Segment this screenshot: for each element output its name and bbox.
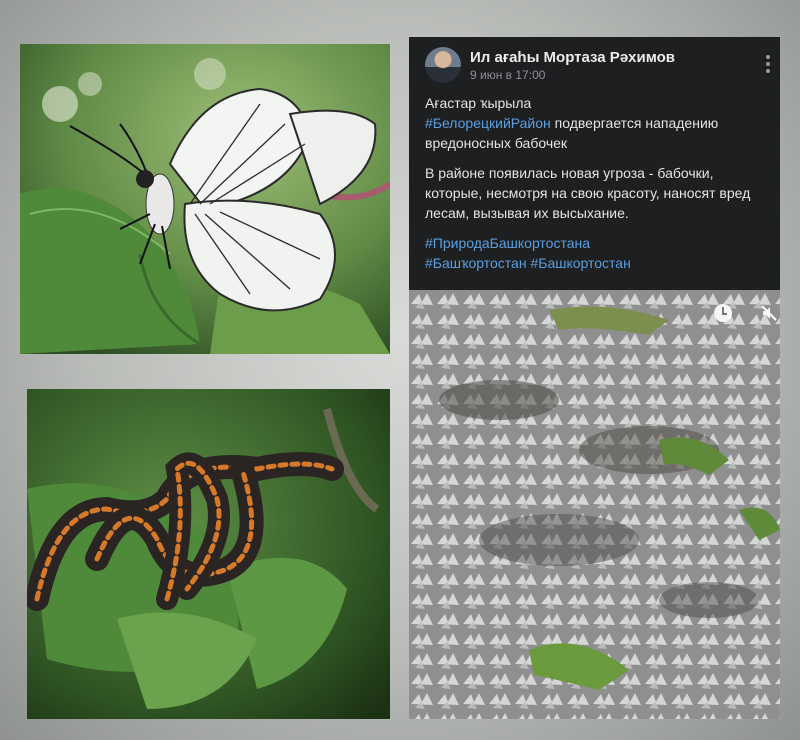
post-paragraph: В районе появилась новая угроза - бабочк…: [425, 165, 751, 221]
avatar[interactable]: [425, 47, 461, 83]
volume-off-icon[interactable]: [760, 304, 778, 322]
hashtag-link[interactable]: #Башкортостан: [530, 255, 630, 271]
hashtag-link[interactable]: #Башҡортостан: [425, 255, 527, 271]
butterfly-photo: [20, 44, 390, 354]
video-frame[interactable]: [409, 290, 780, 719]
hashtag-link[interactable]: #ПриродаБашкортостана: [425, 235, 590, 251]
clock-icon[interactable]: [714, 304, 732, 322]
social-post: Ил ағаhы Мортаза Рәхимов 9 июн в 17:00 А…: [409, 37, 780, 290]
caterpillar-photo: [27, 389, 390, 719]
post-headline: Ағастар ҡырыла: [425, 95, 532, 111]
post-text: Ағастар ҡырыла #БелорецкийРайон подверга…: [425, 93, 770, 283]
hashtag-link[interactable]: #БелорецкийРайон: [425, 115, 551, 131]
more-vertical-icon[interactable]: [764, 55, 772, 77]
author-name[interactable]: Ил ағаhы Мортаза Рәхимов: [470, 49, 675, 66]
post-date[interactable]: 9 июн в 17:00: [470, 68, 545, 82]
